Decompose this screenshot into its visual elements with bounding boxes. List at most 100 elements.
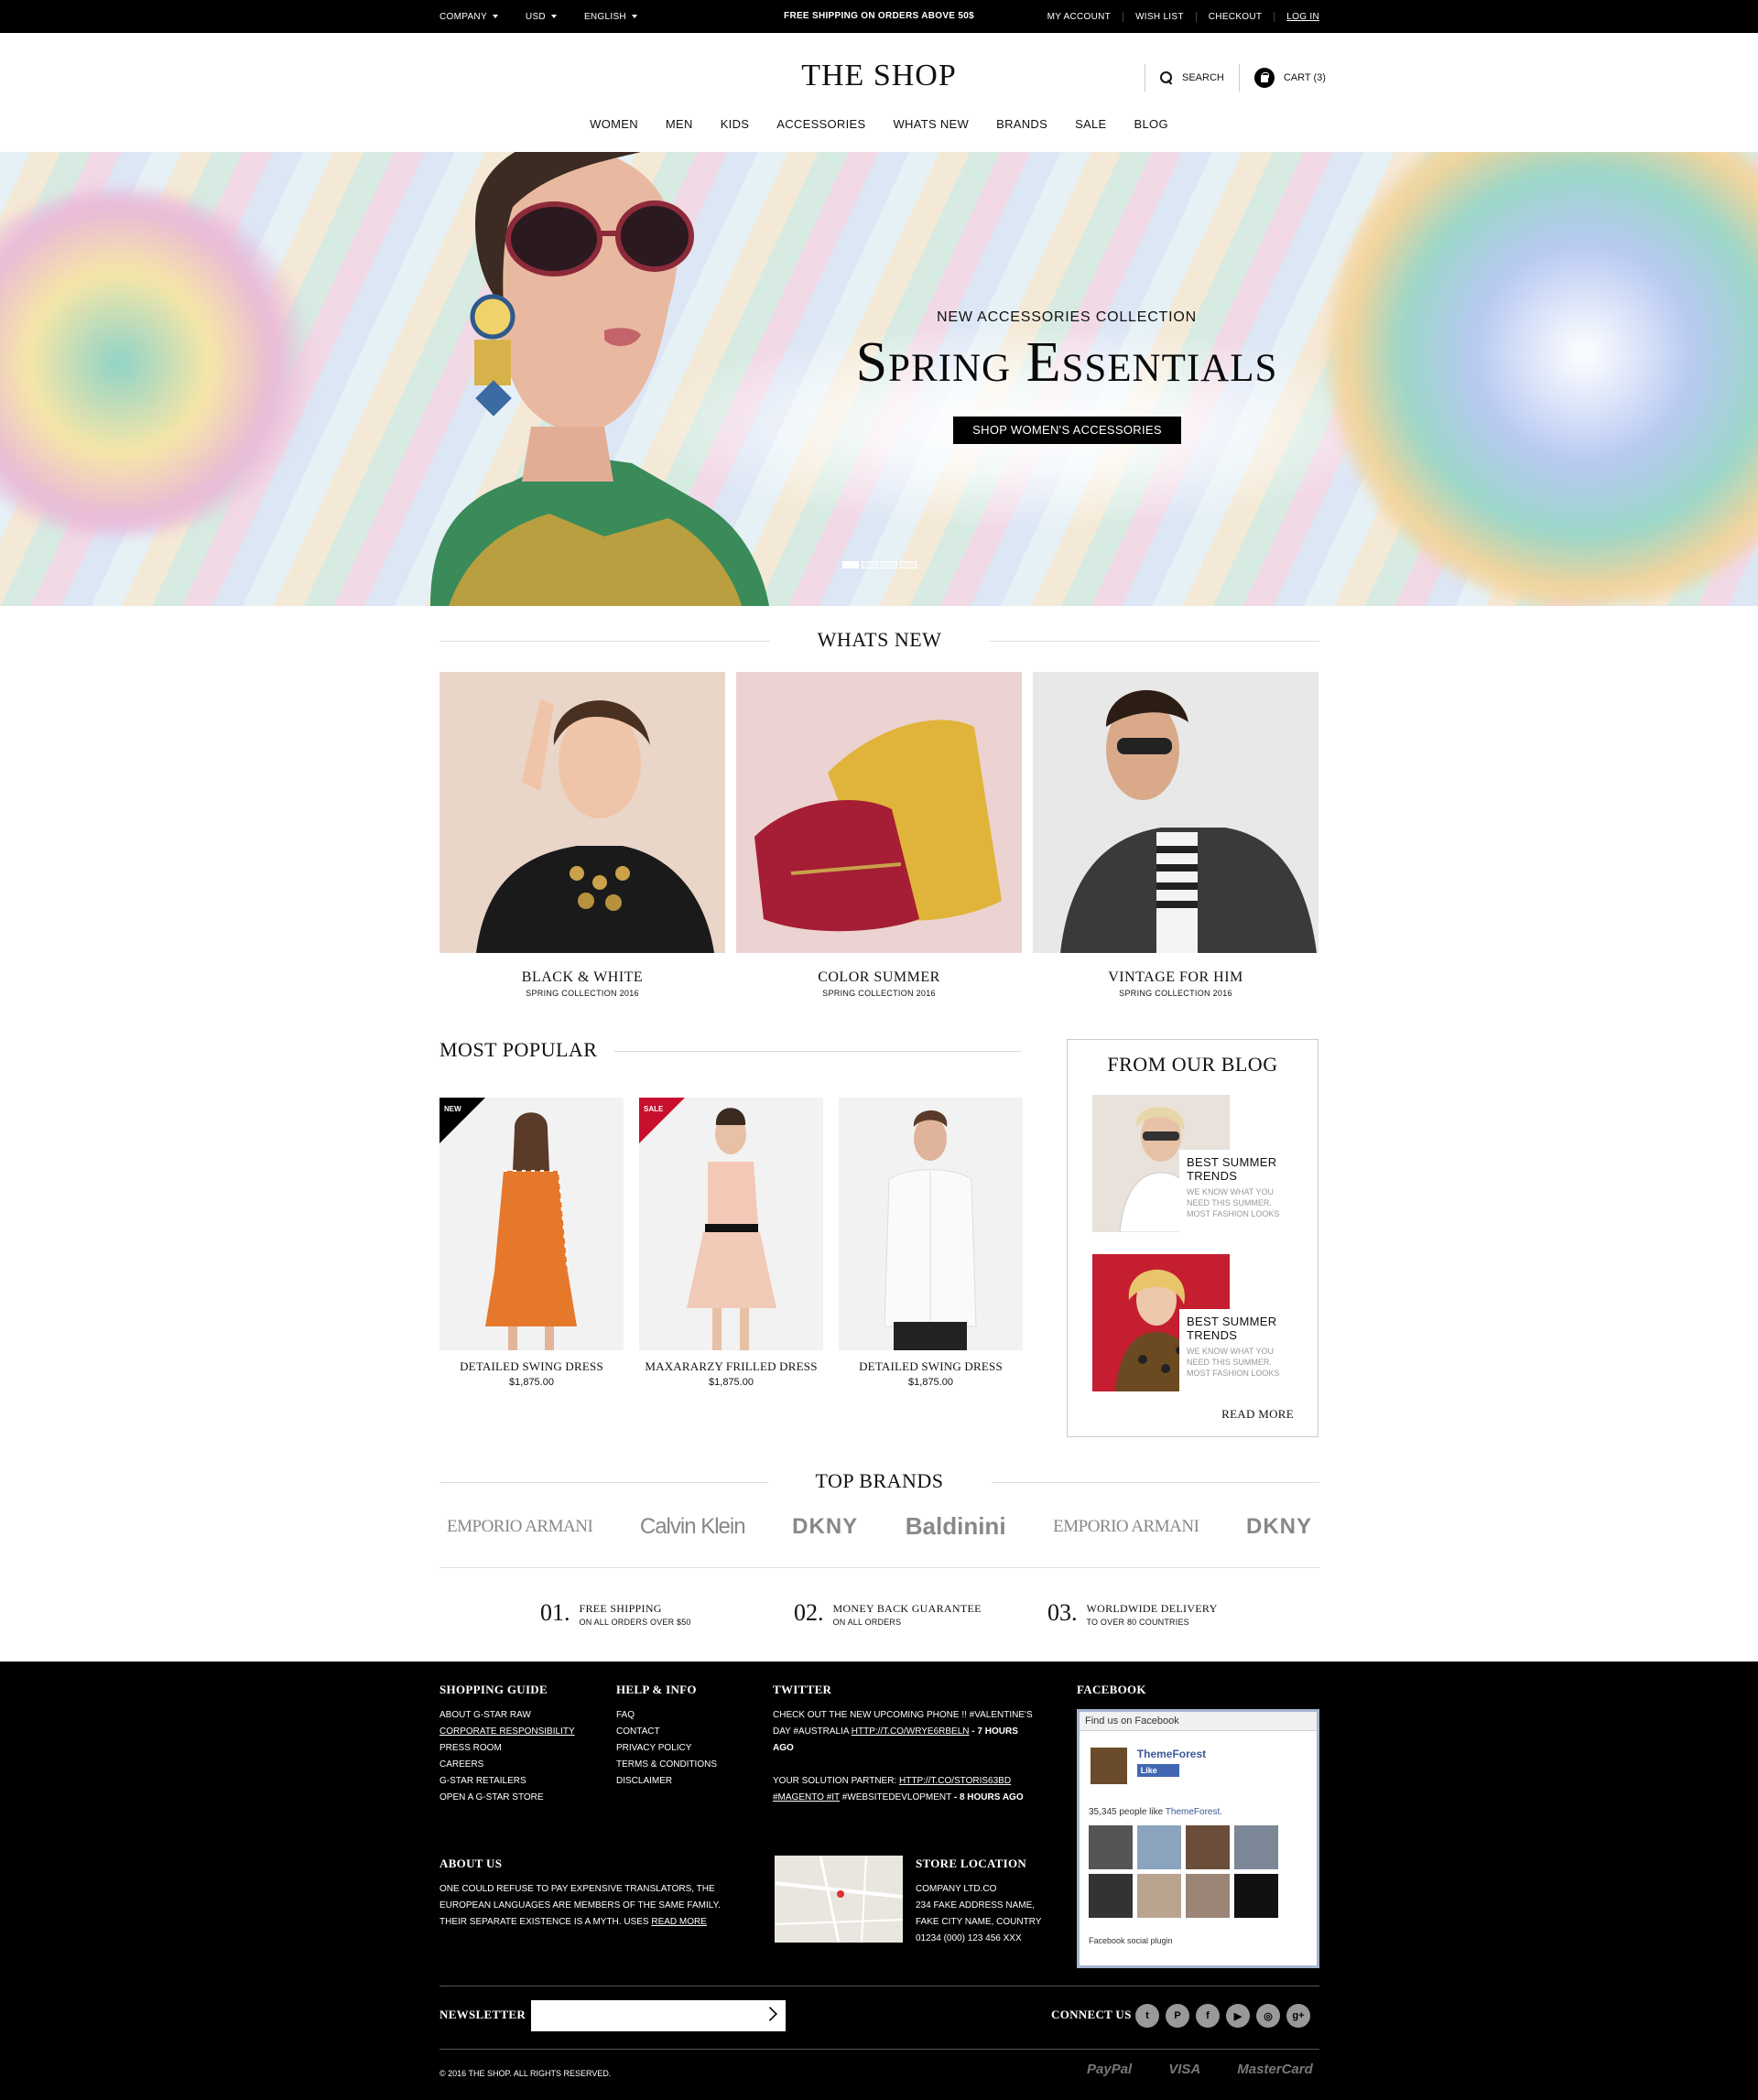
facebook-count-link[interactable]: ThemeForest.: [1166, 1807, 1222, 1817]
feature-number: 03.: [1047, 1599, 1078, 1626]
facebook-page-name[interactable]: ThemeForest: [1137, 1748, 1206, 1760]
footer-link[interactable]: PRESS ROOM: [440, 1740, 604, 1757]
fan-avatar[interactable]: [1234, 1874, 1278, 1918]
cart-button[interactable]: CART (3): [1238, 64, 1340, 92]
slider-dot-2[interactable]: [862, 561, 878, 568]
facebook-column: FACEBOOK: [1077, 1682, 1146, 1707]
brand-logo-armani[interactable]: EMPORIO ARMANI: [447, 1517, 593, 1537]
whats-new-card[interactable]: COLOR SUMMER SPRING COLLECTION 2016: [736, 672, 1022, 998]
brand-logo-armani[interactable]: EMPORIO ARMANI: [1053, 1517, 1199, 1537]
search-icon: [1160, 71, 1173, 84]
store-map[interactable]: [775, 1856, 903, 1943]
blog-post[interactable]: BEST SUMMER TRENDS WE KNOW WHAT YOU NEED…: [1092, 1254, 1303, 1391]
footer-link[interactable]: CORPORATE RESPONSIBILITY: [440, 1724, 604, 1740]
currency-dropdown[interactable]: USD: [526, 12, 557, 22]
fan-avatar[interactable]: [1089, 1874, 1133, 1918]
tweet-link[interactable]: HTTP://T.CO/STORIS63BD: [899, 1776, 1011, 1786]
nav-item-kids[interactable]: KIDS: [707, 117, 764, 131]
hero-title: Spring Essentials: [855, 331, 1278, 394]
fan-avatar[interactable]: [1186, 1874, 1230, 1918]
nav-item-whats-new[interactable]: WHATS NEW: [879, 117, 982, 131]
read-more-link[interactable]: READ MORE: [1221, 1407, 1294, 1422]
about-column: ABOUT US ONE COULD REFUSE TO PAY EXPENSI…: [440, 1856, 723, 1931]
help-info-heading: HELP & INFO: [616, 1683, 697, 1696]
brand-logo-dkny[interactable]: DKNY: [792, 1514, 858, 1540]
nav-item-sale[interactable]: SALE: [1061, 117, 1120, 131]
slider-dot-3[interactable]: [881, 561, 897, 568]
hero-slider: NEW ACCESSORIES COLLECTION Spring Essent…: [0, 152, 1758, 606]
shop-womens-accessories-button[interactable]: SHOP WOMEN'S ACCESSORIES: [953, 417, 1181, 444]
product-price: $1,875.00: [908, 1377, 953, 1388]
fan-avatar[interactable]: [1089, 1825, 1133, 1869]
product-card[interactable]: SALE MAXARARZY FRILLED DRESS $1,875.00: [639, 1098, 823, 1388]
google-plus-icon[interactable]: g+: [1286, 2004, 1310, 2028]
about-read-more-link[interactable]: READ MORE: [651, 1917, 707, 1927]
whats-new-card[interactable]: BLACK & WHITE SPRING COLLECTION 2016: [440, 672, 725, 998]
footer-link[interactable]: ABOUT G-STAR RAW: [440, 1707, 604, 1724]
facebook-like-button[interactable]: Like: [1136, 1764, 1179, 1777]
footer-link[interactable]: PRIVACY POLICY: [616, 1740, 754, 1757]
tweet: YOUR SOLUTION PARTNER: HTTP://T.CO/STORI…: [773, 1773, 1038, 1806]
brand-logo-calvin-klein[interactable]: Calvin Klein: [640, 1514, 746, 1540]
whats-new-card[interactable]: VINTAGE FOR HIM SPRING COLLECTION 2016: [1033, 672, 1318, 998]
store-location-column: STORE LOCATION COMPANY LTD.CO 234 FAKE A…: [916, 1856, 1062, 1947]
slider-dot-4[interactable]: [900, 561, 917, 568]
twitter-icon[interactable]: t: [1135, 2004, 1159, 2028]
nav-item-men[interactable]: MEN: [652, 117, 707, 131]
footer-link[interactable]: DISCLAIMER: [616, 1773, 754, 1790]
language-dropdown[interactable]: ENGLISH: [584, 12, 637, 22]
slider-dot-1[interactable]: [842, 561, 859, 568]
facebook-plugin-label: Facebook social plugin: [1089, 1936, 1173, 1945]
footer-link[interactable]: OPEN A G-STAR STORE: [440, 1790, 604, 1806]
product-card[interactable]: NEW DETAILED SWING DRESS $1,875.00: [440, 1098, 624, 1388]
feature-number: 02.: [794, 1599, 824, 1626]
tweet-link[interactable]: HTTP://T.CO/WRYE6RBELN: [852, 1727, 970, 1737]
my-account-link[interactable]: MY ACCOUNT: [1036, 12, 1123, 22]
shopping-guide-heading: SHOPPING GUIDE: [440, 1683, 548, 1696]
fan-avatar[interactable]: [1186, 1825, 1230, 1869]
footer-link[interactable]: CAREERS: [440, 1757, 604, 1773]
facebook-page-avatar[interactable]: [1091, 1748, 1127, 1784]
brand-logo-baldinini[interactable]: Baldinini: [906, 1512, 1006, 1541]
fan-avatar[interactable]: [1137, 1874, 1181, 1918]
newsletter-submit-icon[interactable]: [763, 2007, 777, 2021]
youtube-icon[interactable]: ▶: [1226, 2004, 1250, 2028]
tweet-tags-link[interactable]: #MAGENTO #IT: [773, 1792, 840, 1802]
visa-logo: VISA: [1168, 2062, 1201, 2077]
most-popular-title: MOST POPULAR: [440, 1038, 598, 1061]
newsletter-email-input[interactable]: [531, 2000, 751, 2031]
paypal-logo: PayPal: [1087, 2062, 1133, 2077]
facebook-icon[interactable]: f: [1196, 2004, 1220, 2028]
whats-new-grid: BLACK & WHITE SPRING COLLECTION 2016 COL…: [440, 672, 1319, 998]
nav-item-blog[interactable]: BLOG: [1121, 117, 1182, 131]
footer-link[interactable]: G-STAR RETAILERS: [440, 1773, 604, 1790]
footer-link[interactable]: FAQ: [616, 1707, 754, 1724]
brand-logo-dkny[interactable]: DKNY: [1246, 1514, 1312, 1540]
checkout-link[interactable]: CHECKOUT: [1195, 11, 1275, 22]
twitter-heading: TWITTER: [773, 1683, 832, 1696]
wish-list-link[interactable]: WISH LIST: [1123, 11, 1196, 22]
hero-subtitle: NEW ACCESSORIES COLLECTION: [937, 309, 1197, 325]
blog-post-title: BEST SUMMER TRENDS: [1187, 1155, 1277, 1183]
company-dropdown[interactable]: COMPANY: [440, 12, 498, 22]
nav-item-women[interactable]: WOMEN: [576, 117, 652, 131]
card-subtitle: SPRING COLLECTION 2016: [526, 989, 639, 998]
facebook-find-us[interactable]: Find us on Facebook: [1080, 1712, 1317, 1731]
top-bar: FREE SHIPPING ON ORDERS ABOVE 50$ COMPAN…: [0, 0, 1758, 33]
fan-avatar[interactable]: [1137, 1825, 1181, 1869]
product-card[interactable]: DETAILED SWING DRESS $1,875.00: [839, 1098, 1023, 1388]
badge-label: NEW: [444, 1105, 461, 1113]
product-image: [839, 1098, 1023, 1350]
footer: SHOPPING GUIDE ABOUT G-STAR RAW CORPORAT…: [0, 1662, 1758, 2100]
instagram-icon[interactable]: ◎: [1256, 2004, 1280, 2028]
footer-link[interactable]: CONTACT: [616, 1724, 754, 1740]
nav-item-brands[interactable]: BRANDS: [982, 117, 1061, 131]
footer-link[interactable]: TERMS & CONDITIONS: [616, 1757, 754, 1773]
site-logo[interactable]: THE SHOP: [0, 59, 1758, 93]
search-button[interactable]: SEARCH: [1145, 64, 1239, 92]
nav-item-accessories[interactable]: ACCESSORIES: [763, 117, 879, 131]
fan-avatar[interactable]: [1234, 1825, 1278, 1869]
pinterest-icon[interactable]: P: [1166, 2004, 1189, 2028]
login-link[interactable]: LOG IN: [1274, 11, 1319, 22]
blog-post[interactable]: BEST SUMMER TRENDS WE KNOW WHAT YOU NEED…: [1092, 1095, 1303, 1232]
